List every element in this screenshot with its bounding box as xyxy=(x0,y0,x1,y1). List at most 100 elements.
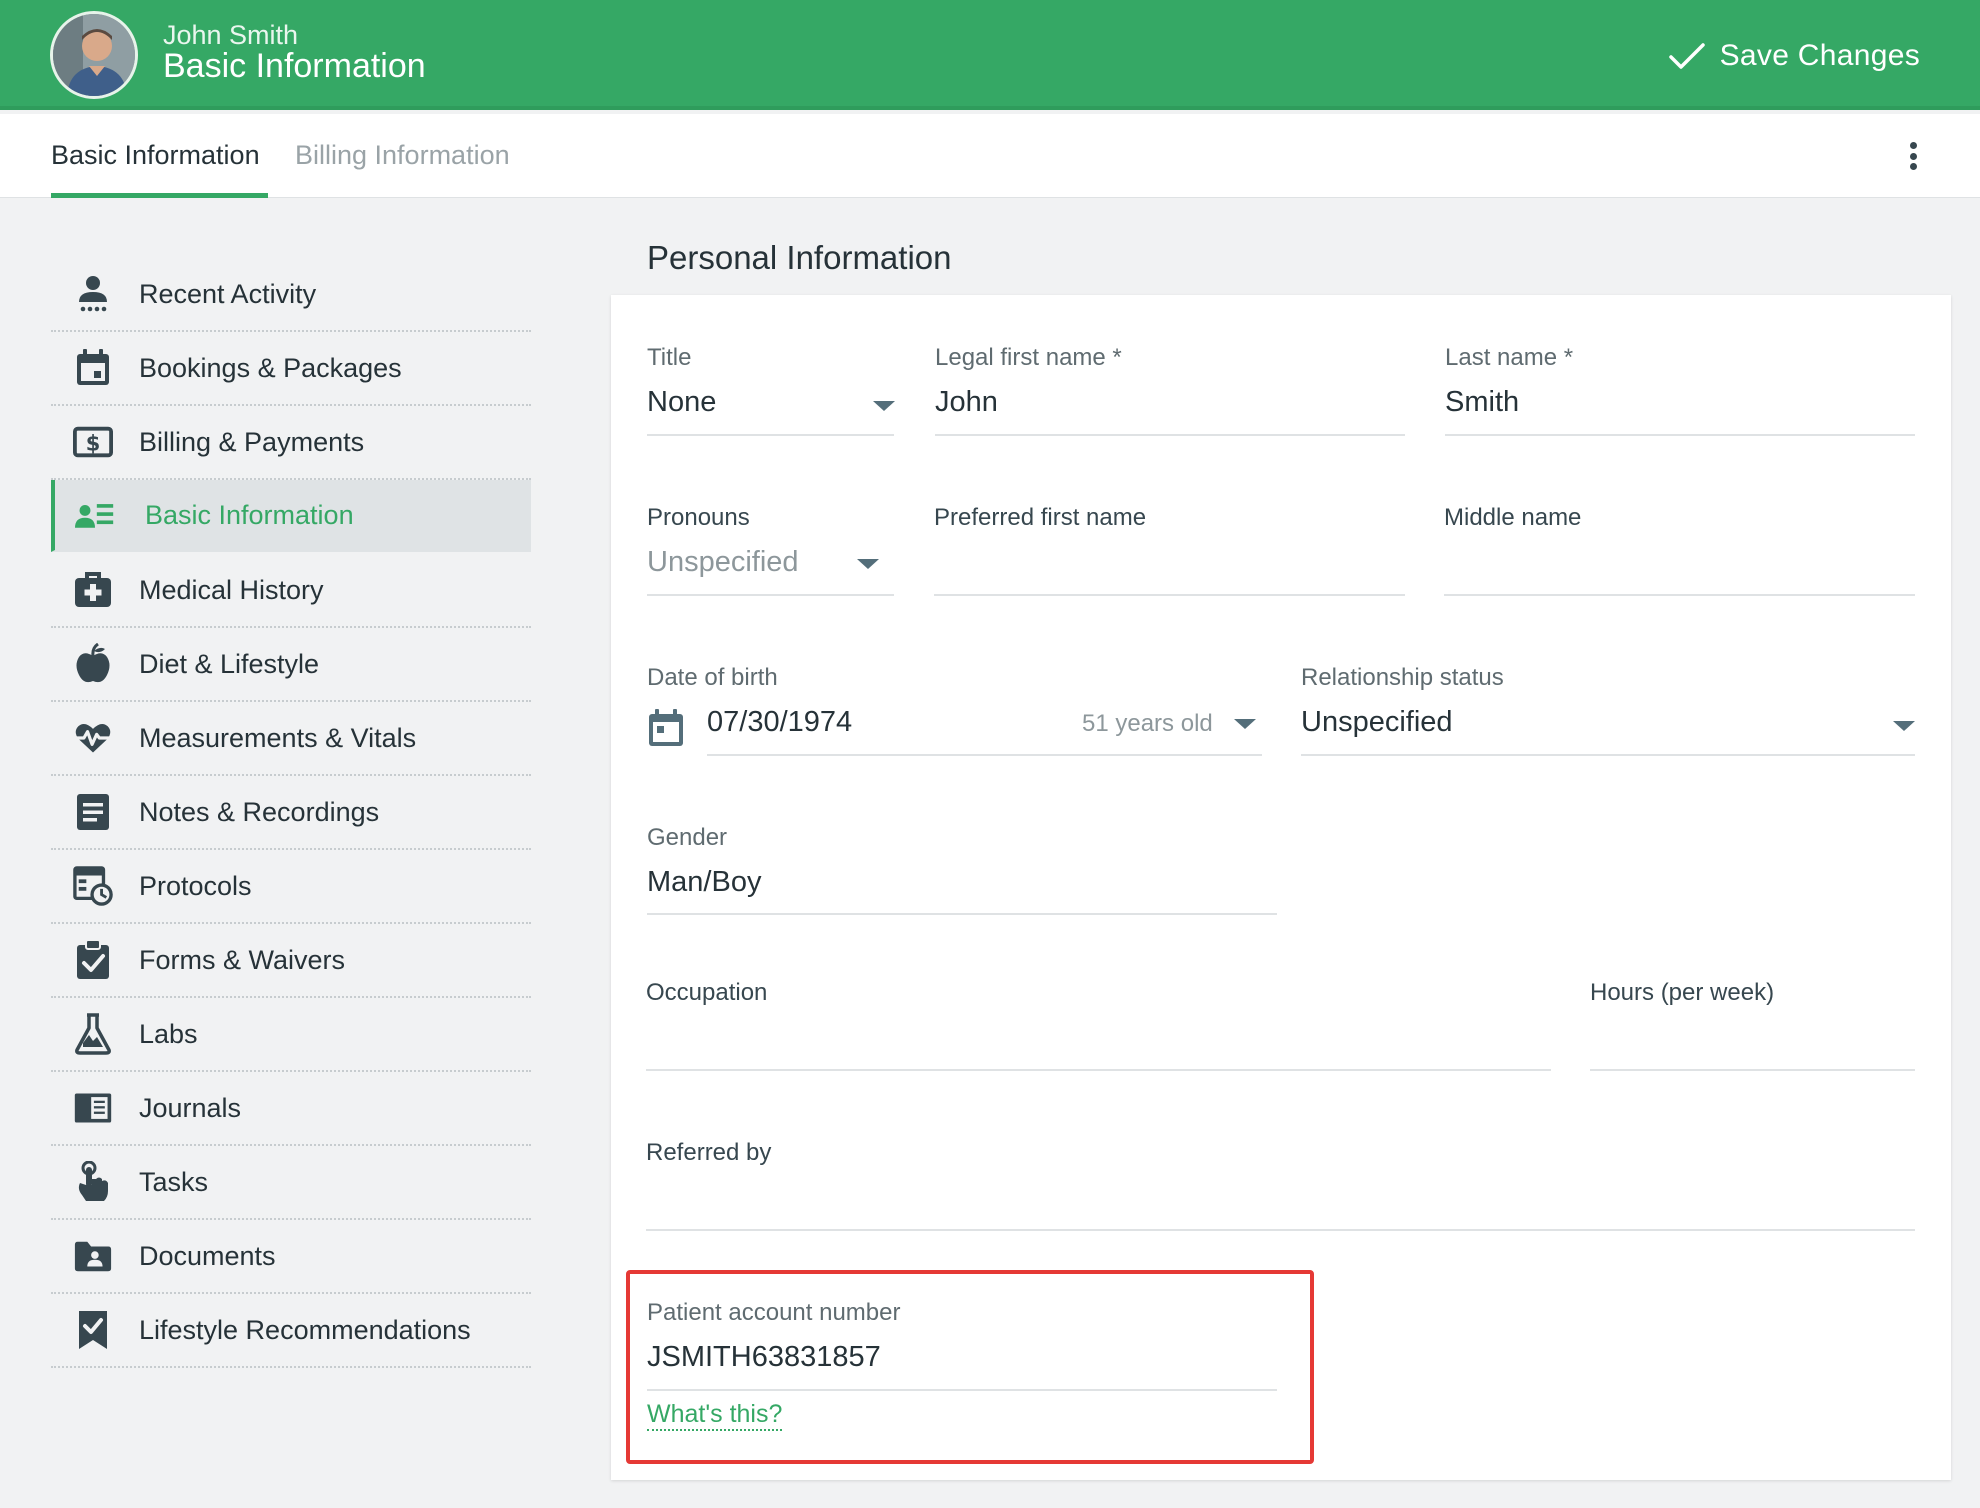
referred-by-field[interactable]: Referred by xyxy=(646,1139,1915,1231)
sidebar-item-label: Medical History xyxy=(139,574,324,605)
field-underline xyxy=(1444,594,1915,596)
more-options-icon[interactable] xyxy=(1898,138,1928,174)
save-changes-button[interactable]: Save Changes xyxy=(1668,34,1920,78)
whats-this-link[interactable]: What's this? xyxy=(647,1400,783,1431)
age-text: 51 years old xyxy=(1082,710,1213,737)
sidebar-item-protocols[interactable]: Protocols xyxy=(51,850,531,924)
field-underline xyxy=(646,1229,1915,1231)
svg-text:$: $ xyxy=(86,432,101,456)
gender-value: Man/Boy xyxy=(647,866,762,898)
sidebar-item-forms[interactable]: Forms & Waivers xyxy=(51,924,531,998)
title-select[interactable]: Title None xyxy=(647,344,895,436)
hours-per-week-field[interactable]: Hours (per week) xyxy=(1590,979,1915,1071)
save-changes-label: Save Changes xyxy=(1719,39,1920,72)
sidebar-item-lifestyle-recommendations[interactable]: Lifestyle Recommendations xyxy=(51,1294,531,1368)
sidebar-item-documents[interactable]: Documents xyxy=(51,1220,531,1294)
sidebar-item-label: Tasks xyxy=(139,1166,209,1197)
sidebar-item-label: Basic Information xyxy=(145,499,354,530)
sidebar-nav: Recent Activity Bookings & Packages $ Bi… xyxy=(51,258,531,1368)
patient-account-number-field[interactable]: Patient account number JSMITH63831857 xyxy=(647,1299,1277,1391)
sidebar-item-label: Billing & Payments xyxy=(139,426,365,457)
occupation-field[interactable]: Occupation xyxy=(646,979,1551,1071)
field-underline xyxy=(646,1069,1551,1071)
avatar[interactable] xyxy=(50,11,138,99)
date-of-birth-value: 07/30/1974 xyxy=(707,706,853,738)
sidebar-item-label: Notes & Recordings xyxy=(139,796,380,827)
tab-billing-information[interactable]: Billing Information xyxy=(295,140,510,171)
note-icon xyxy=(73,792,113,832)
pronouns-select[interactable]: Pronouns Unspecified xyxy=(647,504,894,596)
sidebar-item-recent-activity[interactable]: Recent Activity xyxy=(51,258,531,332)
sidebar-item-journals[interactable]: Journals xyxy=(51,1072,531,1146)
sidebar-item-label: Bookings & Packages xyxy=(139,352,402,383)
gender-field[interactable]: Gender Man/Boy xyxy=(647,824,1277,915)
sidebar-item-billing[interactable]: $ Billing & Payments xyxy=(51,406,531,480)
title-value: None xyxy=(647,386,717,418)
sidebar-item-label: Recent Activity xyxy=(139,278,317,309)
sidebar-item-measurements[interactable]: Measurements & Vitals xyxy=(51,702,531,776)
hand-pointer-icon xyxy=(73,1161,113,1202)
field-underline xyxy=(935,434,1405,436)
sidebar-item-diet-lifestyle[interactable]: Diet & Lifestyle xyxy=(51,628,531,702)
relationship-status-select[interactable]: Relationship status Unspecified xyxy=(1301,664,1915,756)
legal-first-name-field[interactable]: Legal first name * John xyxy=(935,344,1405,436)
legal-first-name-label: Legal first name * xyxy=(935,344,1122,371)
chevron-down-icon xyxy=(1893,721,1915,731)
field-underline xyxy=(647,1389,1277,1391)
occupation-label: Occupation xyxy=(646,979,768,1006)
relationship-status-label: Relationship status xyxy=(1301,664,1504,691)
date-of-birth-label: Date of birth xyxy=(647,664,778,691)
pronouns-value: Unspecified xyxy=(647,546,799,578)
field-underline xyxy=(647,594,894,596)
tab-basic-information[interactable]: Basic Information xyxy=(51,140,260,171)
preferred-first-name-label: Preferred first name xyxy=(934,504,1147,531)
field-underline xyxy=(934,594,1405,596)
calendar-icon[interactable] xyxy=(647,708,685,748)
section-title: Personal Information xyxy=(647,239,952,276)
chevron-down-icon[interactable] xyxy=(1234,719,1256,729)
sidebar-item-basic-information[interactable]: Basic Information xyxy=(51,480,531,552)
sidebar-item-label: Labs xyxy=(139,1018,198,1049)
apple-icon xyxy=(73,643,113,684)
calendar-icon xyxy=(73,348,113,388)
heartbeat-icon xyxy=(73,718,113,758)
date-of-birth-field[interactable]: Date of birth 07/30/1974 51 years old xyxy=(647,664,1262,756)
contact-card-icon xyxy=(75,495,115,535)
page-title: Basic Information xyxy=(163,47,426,85)
sidebar-item-bookings[interactable]: Bookings & Packages xyxy=(51,332,531,406)
sidebar-item-label: Forms & Waivers xyxy=(139,944,346,975)
last-name-value: Smith xyxy=(1445,386,1520,418)
clipboard-check-icon xyxy=(73,939,113,980)
chevron-down-icon xyxy=(857,559,879,569)
sidebar-item-medical-history[interactable]: Medical History xyxy=(51,554,531,628)
journal-icon xyxy=(73,1088,113,1128)
patient-account-number-value: JSMITH63831857 xyxy=(647,1341,881,1373)
hours-per-week-label: Hours (per week) xyxy=(1590,979,1775,1006)
sidebar-item-label: Protocols xyxy=(139,870,252,901)
chevron-down-icon xyxy=(873,401,895,411)
bookmark-check-icon xyxy=(73,1310,113,1350)
tab-bar: Basic Information Billing Information xyxy=(0,114,1980,198)
sidebar-item-tasks[interactable]: Tasks xyxy=(51,1146,531,1220)
gender-label: Gender xyxy=(647,824,728,851)
person-activity-icon xyxy=(73,274,113,314)
last-name-field[interactable]: Last name * Smith xyxy=(1445,344,1915,436)
sidebar-item-label: Lifestyle Recommendations xyxy=(139,1314,471,1345)
referred-by-label: Referred by xyxy=(646,1139,772,1166)
field-underline xyxy=(1301,754,1915,756)
field-underline xyxy=(1590,1069,1915,1071)
preferred-first-name-field[interactable]: Preferred first name xyxy=(934,504,1405,596)
title-label: Title xyxy=(647,344,692,371)
field-underline xyxy=(707,754,1262,756)
sidebar-item-notes[interactable]: Notes & Recordings xyxy=(51,776,531,850)
sidebar-item-label: Journals xyxy=(139,1092,242,1123)
checkmark-icon xyxy=(1668,43,1705,69)
middle-name-field[interactable]: Middle name xyxy=(1444,504,1915,596)
folder-person-icon xyxy=(73,1236,113,1276)
protocol-clock-icon xyxy=(73,866,113,906)
app-header: John Smith Basic Information Save Change… xyxy=(0,0,1980,110)
dollar-bill-icon: $ xyxy=(73,422,113,462)
sidebar-item-label: Documents xyxy=(139,1240,276,1271)
active-tab-indicator xyxy=(51,193,268,198)
sidebar-item-labs[interactable]: Labs xyxy=(51,998,531,1072)
